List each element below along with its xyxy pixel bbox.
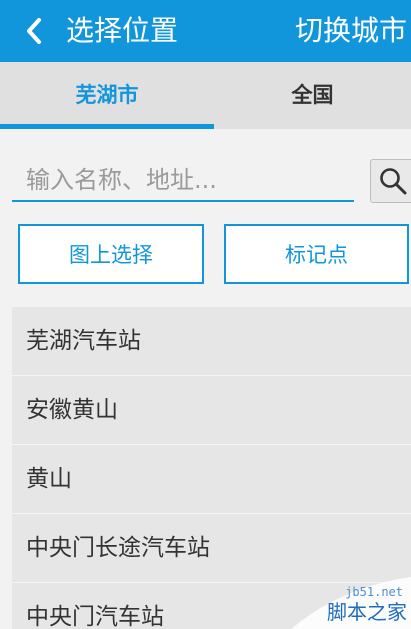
map-select-button[interactable]: 图上选择	[18, 224, 204, 284]
search-button[interactable]	[370, 159, 411, 203]
switch-city-button[interactable]: 切换城市	[295, 0, 407, 62]
tab-national[interactable]: 全国	[214, 62, 411, 129]
tab-bar: 芜湖市 全国	[0, 62, 411, 129]
top-bar: 选择位置 切换城市	[0, 0, 411, 62]
search-icon	[380, 168, 407, 195]
list-item[interactable]: 黄山	[12, 445, 411, 514]
search-input[interactable]	[12, 160, 354, 202]
tab-local-city[interactable]: 芜湖市	[0, 62, 214, 129]
chevron-left-icon	[27, 18, 41, 44]
action-buttons: 图上选择 标记点	[0, 212, 411, 307]
page-title: 选择位置	[66, 14, 179, 47]
list-item[interactable]: 安徽黄山	[12, 376, 411, 445]
watermark: jb51.net 脚本之家	[271, 577, 411, 629]
back-button[interactable]	[14, 0, 54, 62]
list-item[interactable]: 芜湖汽车站	[12, 307, 411, 376]
search-bar	[0, 129, 411, 212]
mark-point-button[interactable]: 标记点	[224, 224, 409, 284]
list-item[interactable]: 中央门长途汽车站	[12, 514, 411, 583]
watermark-text: 脚本之家	[327, 600, 407, 624]
